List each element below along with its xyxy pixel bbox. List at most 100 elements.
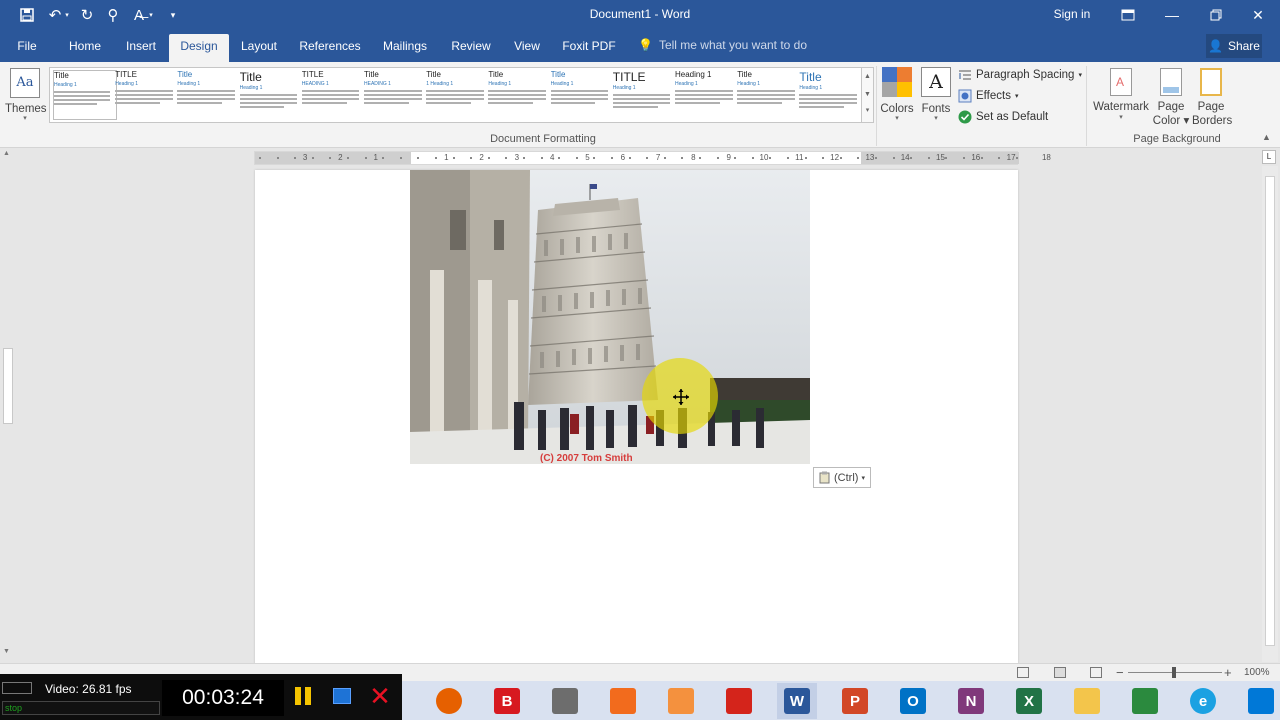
- zoom-out-button[interactable]: −: [1116, 664, 1124, 681]
- read-mode-icon[interactable]: [1017, 667, 1029, 678]
- save-icon[interactable]: [16, 5, 38, 25]
- style-set-thumbnail[interactable]: Title HEADING 1: [364, 70, 428, 120]
- ruler-tick: [751, 157, 754, 159]
- set-as-default-button[interactable]: Set as Default: [958, 107, 1048, 127]
- taskbar-outlook-icon[interactable]: O: [893, 683, 933, 719]
- touch-mode-icon[interactable]: ⚲: [102, 5, 124, 25]
- taskbar-word-icon[interactable]: W: [777, 683, 817, 719]
- zoom-level[interactable]: 100%: [1244, 667, 1270, 678]
- close-button[interactable]: ✕: [1236, 0, 1280, 30]
- style-set-thumbnail[interactable]: Title Heading 1: [799, 70, 863, 120]
- window-select-icon[interactable]: [333, 688, 351, 704]
- taskbar-b-icon[interactable]: B: [487, 683, 527, 719]
- ruler-number: 5: [585, 153, 590, 162]
- taskbar-acrobat-icon[interactable]: [719, 683, 759, 719]
- ruler-number: 4: [549, 153, 555, 162]
- tell-me-search[interactable]: 💡 Tell me what you want to do: [638, 38, 807, 52]
- ribbon-display-options-icon[interactable]: [1106, 0, 1150, 30]
- taskbar-internet-explorer-icon[interactable]: e: [1183, 683, 1223, 719]
- taskbar-windows-icon[interactable]: [1241, 683, 1280, 719]
- gallery-scroll[interactable]: ▲ ▼ ▾: [862, 67, 874, 123]
- tab-mailings[interactable]: Mailings: [378, 34, 432, 62]
- tab-foxit-pdf[interactable]: Foxit PDF: [560, 34, 618, 62]
- close-recorder-icon[interactable]: ✕: [368, 683, 392, 709]
- style-set-heading: Heading 1: [488, 81, 512, 87]
- style-set-thumbnail[interactable]: TITLE HEADING 1: [301, 70, 366, 120]
- style-set-title: Heading 1: [675, 70, 712, 79]
- restore-button[interactable]: [1194, 0, 1238, 30]
- page-borders-button[interactable]: Page Borders: [1192, 66, 1232, 128]
- style-set-thumbnail[interactable]: Title Heading 1: [488, 70, 552, 120]
- redo-icon[interactable]: ↻: [76, 5, 98, 25]
- watermark-button[interactable]: A Watermark ▾: [1092, 66, 1150, 122]
- tab-design[interactable]: Design: [169, 34, 229, 62]
- sign-in-link[interactable]: Sign in: [1050, 7, 1094, 21]
- style-set-text-line: [737, 98, 795, 100]
- zoom-in-button[interactable]: +: [1224, 664, 1232, 681]
- ruler-toggle-icon[interactable]: L: [1262, 150, 1276, 164]
- ruler-tick: [523, 157, 525, 159]
- ruler-tick: [787, 157, 789, 159]
- tab-home[interactable]: Home: [62, 34, 108, 62]
- scrollbar-thumb[interactable]: [1265, 176, 1275, 646]
- vertical-ruler-thumb[interactable]: [3, 348, 13, 424]
- taskbar-excel-icon[interactable]: X: [1009, 683, 1049, 719]
- app-icon-glyph: B: [494, 688, 520, 714]
- vertical-scrollbar[interactable]: [1262, 166, 1278, 662]
- style-set-thumbnail[interactable]: Title 1 Heading 1: [426, 70, 490, 120]
- horizontal-ruler[interactable]: 3 2 1 1 2 3 4 5 6 7 8 9 10 11 12 13 14 15 16 17 18: [254, 151, 1051, 165]
- share-button[interactable]: 👤 Share: [1206, 34, 1262, 58]
- recorder-stop-label[interactable]: stop: [2, 701, 160, 715]
- pause-icon[interactable]: [295, 687, 313, 705]
- style-set-thumbnail[interactable]: TITLE Heading 1: [612, 70, 677, 120]
- zoom-slider-thumb[interactable]: [1172, 667, 1176, 678]
- style-set-thumbnail[interactable]: TITLE Heading 1: [115, 70, 179, 120]
- tab-layout[interactable]: Layout: [236, 34, 282, 62]
- paste-options-button[interactable]: (Ctrl) ▾: [813, 467, 871, 488]
- taskbar-temple-icon[interactable]: [545, 683, 585, 719]
- style-set-title: Title: [54, 71, 69, 80]
- leaning-tower-photo[interactable]: (C) 2007 Tom Smith: [410, 170, 810, 464]
- page-color-button[interactable]: Page Color ▾: [1150, 66, 1192, 128]
- effects-label: Effects: [976, 90, 1011, 102]
- tab-view[interactable]: View: [508, 34, 546, 62]
- style-set-text-line: [239, 102, 298, 104]
- paragraph-spacing-button[interactable]: Paragraph Spacing ▾: [958, 65, 1082, 85]
- tab-review[interactable]: Review: [446, 34, 496, 62]
- tab-file[interactable]: File: [10, 34, 44, 62]
- style-set-thumbnail[interactable]: Title Heading 1: [239, 70, 304, 120]
- gallery-up-icon[interactable]: ▲: [862, 68, 873, 86]
- style-set-thumbnail[interactable]: Title Heading 1: [177, 70, 241, 120]
- taskbar-store-icon[interactable]: [1125, 683, 1165, 719]
- tab-insert[interactable]: Insert: [120, 34, 162, 62]
- style-set-thumbnail[interactable]: Title Heading 1: [53, 70, 117, 120]
- minimize-button[interactable]: —: [1150, 0, 1194, 30]
- undo-dropdown-icon[interactable]: ▾: [62, 5, 72, 25]
- spelling-dropdown-icon[interactable]: ▾: [146, 5, 156, 25]
- gallery-down-icon[interactable]: ▼: [862, 86, 873, 104]
- taskbar-onenote-icon[interactable]: N: [951, 683, 991, 719]
- gallery-more-icon[interactable]: ▾: [862, 104, 873, 118]
- ruler-tick: [998, 157, 1001, 159]
- taskbar-camera-icon[interactable]: [661, 683, 701, 719]
- customize-toolbar-icon[interactable]: ▾: [162, 5, 184, 25]
- style-set-text-line: [364, 90, 422, 92]
- style-set-thumbnail[interactable]: Title Heading 1: [550, 70, 615, 120]
- collapse-ribbon-icon[interactable]: ▲: [1262, 132, 1271, 142]
- fonts-button[interactable]: A Fonts ▾: [919, 66, 953, 123]
- scroll-up-icon[interactable]: ▲: [3, 150, 10, 157]
- paste-options-label: (Ctrl): [834, 471, 859, 484]
- colors-button[interactable]: Colors ▾: [880, 66, 914, 123]
- taskbar-snagit-icon[interactable]: [603, 683, 643, 719]
- effects-button[interactable]: Effects ▾: [958, 86, 1018, 106]
- style-set-thumbnail[interactable]: Title Heading 1: [737, 70, 801, 120]
- scroll-down-icon[interactable]: ▼: [3, 648, 10, 655]
- themes-button[interactable]: Aa Themes ▾: [5, 66, 47, 130]
- taskbar-firefox-icon[interactable]: [429, 683, 469, 719]
- taskbar-powerpoint-icon[interactable]: P: [835, 683, 875, 719]
- tab-references[interactable]: References: [296, 34, 364, 62]
- style-set-thumbnail[interactable]: Heading 1 Heading 1: [675, 70, 739, 120]
- print-layout-icon[interactable]: [1054, 667, 1066, 678]
- taskbar-file-explorer-icon[interactable]: [1067, 683, 1107, 719]
- web-layout-icon[interactable]: [1090, 667, 1102, 678]
